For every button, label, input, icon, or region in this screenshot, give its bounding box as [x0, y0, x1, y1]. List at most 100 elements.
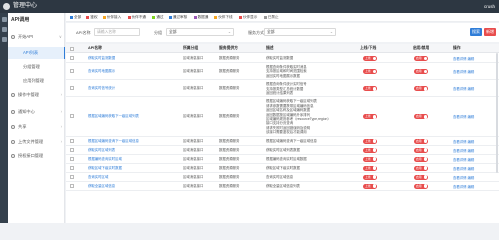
sidebar: API调用 开始API ∨ API列表 分组管理 应用列管理 操作中管理 › 通知中心 › 共享 ›…: [8, 13, 65, 223]
sidebar-item-label: 分组管理: [23, 64, 40, 69]
search-button[interactable]: 搜索: [470, 28, 482, 36]
sidebar-item[interactable]: 操作中管理 ›: [8, 89, 65, 101]
row-checkbox[interactable]: [70, 156, 74, 161]
enable-toggle[interactable]: 启用: [414, 138, 428, 144]
online-toggle[interactable]: 上线: [363, 69, 377, 75]
online-toggle[interactable]: 上线: [363, 86, 377, 92]
chevron-down-icon: ⌄: [329, 30, 333, 34]
legend-label: 全部: [74, 15, 82, 19]
online-toggle[interactable]: 上线: [363, 147, 377, 153]
legend-label: 通过审核: [172, 15, 188, 19]
row-checkbox[interactable]: [70, 138, 74, 143]
online-toggle[interactable]: 上线: [363, 56, 377, 61]
enable-toggle[interactable]: 启用: [414, 156, 428, 162]
legend-item[interactable]: 伙伴显示: [239, 15, 257, 20]
api-name-link[interactable]: 查询实时信号统计: [88, 86, 115, 90]
enable-toggle[interactable]: 启用: [414, 174, 428, 180]
sidebar-item[interactable]: 上传文件管理 ›: [8, 136, 65, 148]
legend-swatch: [102, 15, 106, 19]
api-name-link[interactable]: 根据区域编码获取下一级区域列表: [88, 114, 139, 118]
api-name-link[interactable]: 获取区域下级实时数据: [88, 166, 122, 170]
api-group: 区域消息接口: [183, 138, 204, 143]
api-name-link[interactable]: 获取实时监测数据: [88, 56, 115, 60]
enable-toggle[interactable]: 启用: [414, 69, 428, 75]
online-toggle[interactable]: 上线: [363, 174, 377, 180]
type-filter-select[interactable]: 全部 ⌄: [264, 28, 336, 36]
online-toggle[interactable]: 上线: [363, 114, 377, 120]
row-actions[interactable]: 查看详情 编辑: [453, 69, 474, 74]
api-name-link[interactable]: 查询实时地图展示: [88, 69, 115, 73]
grid-icon[interactable]: [1, 27, 7, 32]
legend-item[interactable]: 通过: [152, 15, 164, 20]
sidebar-item[interactable]: 开始API ∨: [8, 31, 65, 43]
online-toggle[interactable]: 上线: [363, 183, 377, 189]
legend-swatch: [127, 15, 131, 19]
row-actions[interactable]: 查看详情 编辑: [453, 56, 474, 61]
row-checkbox[interactable]: [70, 183, 74, 188]
legend-item[interactable]: 已禁止: [263, 15, 279, 20]
sidebar-item[interactable]: 分组管理: [8, 61, 65, 73]
row-actions[interactable]: 查看详情 编辑: [453, 114, 474, 119]
api-name-link[interactable]: 获取实时区域列表: [88, 148, 115, 152]
menu-item-icon: [11, 140, 15, 144]
select-all-checkbox[interactable]: [70, 46, 74, 51]
row-actions[interactable]: 查看详情 编辑: [453, 157, 474, 162]
legend-item[interactable]: 数据通: [193, 15, 208, 20]
online-toggle[interactable]: 上线: [363, 138, 377, 144]
api-name-link[interactable]: 获取全量区域信息: [88, 184, 115, 188]
online-toggle[interactable]: 上线: [363, 165, 377, 171]
row-checkbox[interactable]: [70, 86, 74, 91]
legend-item[interactable]: 全部: [70, 15, 81, 20]
chevron-icon: ›: [60, 109, 62, 114]
legend-item[interactable]: 伙伴下线: [214, 15, 233, 20]
row-checkbox[interactable]: [70, 165, 74, 170]
home-icon[interactable]: [1, 17, 7, 22]
sidebar-item[interactable]: 通知中心 ›: [8, 106, 65, 118]
row-actions[interactable]: 查看详情 编辑: [453, 148, 474, 153]
api-group: 区域消息接口: [183, 183, 204, 188]
menu-item-icon: [11, 154, 15, 158]
sidebar-item[interactable]: 应用列管理: [8, 75, 65, 87]
api-group: 区域消息接口: [183, 86, 204, 91]
row-checkbox[interactable]: [70, 147, 74, 152]
legend-label: 伙伴显示: [243, 15, 258, 19]
online-toggle[interactable]: 上线: [363, 156, 377, 162]
chevron-icon: ∨: [58, 34, 62, 39]
row-checkbox[interactable]: [70, 56, 74, 60]
list-icon[interactable]: [1, 37, 7, 42]
legend-label: 伙伴下线: [218, 15, 233, 19]
legend-item[interactable]: 伙伴不通: [127, 15, 146, 20]
row-checkbox[interactable]: [70, 114, 74, 119]
row-checkbox[interactable]: [70, 174, 74, 179]
sidebar-item[interactable]: 共享 ›: [8, 121, 65, 133]
row-actions[interactable]: 查看详情 编辑: [453, 175, 474, 180]
group-filter-select[interactable]: 全部 ⌄: [166, 28, 234, 36]
table-row: 获取区域下级实时数据 区域消息接口 数据资源服务 获取区域下级实时数据 上线 启用 查看详情…: [66, 164, 499, 173]
enable-toggle[interactable]: 启用: [414, 56, 428, 61]
api-name-link[interactable]: 根据区域编码查询下一级区域信息: [88, 139, 139, 143]
enable-toggle[interactable]: 启用: [414, 86, 428, 92]
row-actions[interactable]: 查看详情 编辑: [453, 166, 474, 171]
name-filter-input[interactable]: 请输入名称: [94, 28, 140, 36]
enable-toggle[interactable]: 启用: [414, 114, 428, 120]
row-actions[interactable]: 查看详情 编辑: [453, 184, 474, 189]
sidebar-item-label: 授权接口管理: [18, 153, 44, 158]
row-checkbox[interactable]: [70, 69, 74, 74]
api-name-link[interactable]: 查询实时区域: [88, 175, 108, 179]
vertical-scrollbar[interactable]: [496, 53, 498, 173]
sidebar-item[interactable]: 授权接口管理: [8, 150, 65, 162]
enable-toggle[interactable]: 启用: [414, 165, 428, 171]
sidebar-item[interactable]: API列表: [8, 47, 65, 59]
add-button[interactable]: 新增: [484, 28, 496, 36]
legend-item[interactable]: 伙伴接入: [102, 15, 121, 20]
enable-toggle[interactable]: 启用: [414, 183, 428, 189]
api-group: 区域消息接口: [183, 156, 204, 161]
user-menu[interactable]: crush: [484, 3, 495, 10]
api-name-link[interactable]: 根据编码查询实时区域: [88, 157, 122, 161]
legend-item[interactable]: 通过审核: [168, 15, 188, 20]
enable-toggle[interactable]: 启用: [414, 147, 428, 153]
table-row: 获取全量区域信息 区域消息接口 数据资源服务 获取全量区域信息列表 上线 启用 查看详情 编…: [66, 182, 499, 191]
row-actions[interactable]: 查看详情 编辑: [453, 139, 474, 144]
legend-item[interactable]: 鉴权: [86, 15, 98, 20]
row-actions[interactable]: 查看详情 编辑: [453, 86, 474, 91]
